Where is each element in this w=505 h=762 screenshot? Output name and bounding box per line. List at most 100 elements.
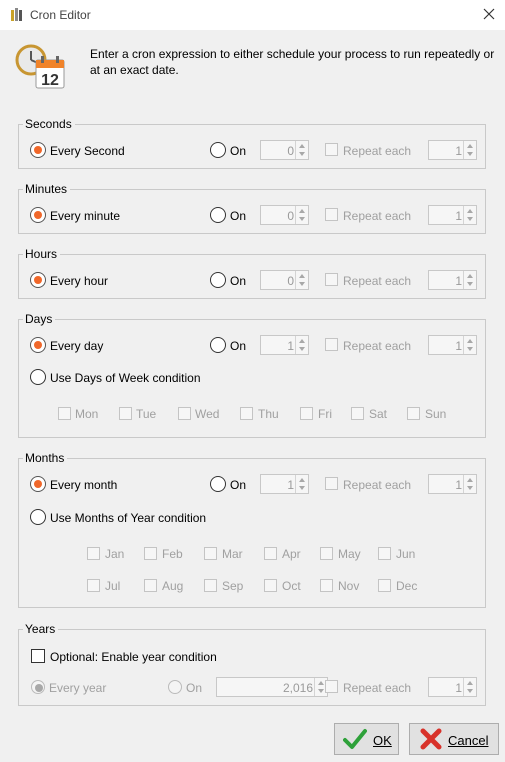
days-legend: Days bbox=[23, 312, 56, 326]
ok-button[interactable]: OK bbox=[334, 723, 399, 755]
spinner-arrows-icon[interactable] bbox=[295, 271, 308, 289]
month-label-dec: Dec bbox=[396, 579, 418, 593]
months-repeat-label: Repeat each bbox=[343, 478, 412, 492]
month-checkbox-feb[interactable] bbox=[144, 547, 157, 560]
spinner-arrows-icon[interactable] bbox=[463, 271, 476, 289]
spinner-arrows-icon[interactable] bbox=[463, 141, 476, 159]
month-checkbox-apr[interactable] bbox=[264, 547, 277, 560]
month-checkbox-aug[interactable] bbox=[144, 579, 157, 592]
weekday-checkbox-tue[interactable] bbox=[119, 407, 132, 420]
hours-on-radio[interactable] bbox=[210, 272, 226, 288]
years-on-spinner[interactable]: 2,016 bbox=[216, 677, 328, 697]
month-checkbox-dec[interactable] bbox=[378, 579, 391, 592]
app-icon bbox=[11, 8, 22, 21]
month-checkbox-jul[interactable] bbox=[87, 579, 100, 592]
months-on-radio[interactable] bbox=[210, 476, 226, 492]
month-checkbox-mar[interactable] bbox=[204, 547, 217, 560]
years-optional-checkbox[interactable] bbox=[31, 649, 45, 663]
days-every-radio[interactable] bbox=[30, 337, 46, 353]
years-on-value: 2,016 bbox=[282, 681, 313, 695]
spinner-arrows-icon[interactable] bbox=[295, 475, 308, 493]
spinner-arrows-icon[interactable] bbox=[295, 206, 308, 224]
seconds-repeat-spinner[interactable]: 1 bbox=[428, 140, 477, 160]
months-repeat-checkbox[interactable] bbox=[325, 477, 338, 490]
seconds-repeat-checkbox[interactable] bbox=[325, 143, 338, 156]
weekday-label-mon: Mon bbox=[75, 407, 99, 421]
weekday-checkbox-sat[interactable] bbox=[351, 407, 364, 420]
title-bar: Cron Editor bbox=[0, 0, 505, 30]
month-label-nov: Nov bbox=[338, 579, 360, 593]
days-repeat-checkbox[interactable] bbox=[325, 338, 338, 351]
months-on-value: 1 bbox=[287, 478, 294, 492]
close-icon[interactable] bbox=[476, 3, 502, 27]
days-every-label: Every day bbox=[50, 339, 104, 353]
days-group: Days Every day On 1 Repeat each 1 Use Da… bbox=[18, 312, 486, 438]
weekday-label-fri: Fri bbox=[318, 407, 332, 421]
hours-every-radio[interactable] bbox=[30, 272, 46, 288]
month-checkbox-oct[interactable] bbox=[264, 579, 277, 592]
weekday-checkbox-fri[interactable] bbox=[300, 407, 313, 420]
ok-label: OK bbox=[373, 733, 392, 748]
month-checkbox-jun[interactable] bbox=[378, 547, 391, 560]
month-checkbox-sep[interactable] bbox=[204, 579, 217, 592]
spinner-arrows-icon[interactable] bbox=[463, 206, 476, 224]
weekday-label-wed: Wed bbox=[195, 407, 220, 421]
weekday-checkbox-wed[interactable] bbox=[178, 407, 191, 420]
minutes-on-spinner[interactable]: 0 bbox=[260, 205, 309, 225]
years-every-radio[interactable] bbox=[31, 680, 45, 694]
spinner-arrows-icon[interactable] bbox=[463, 678, 476, 696]
hours-legend: Hours bbox=[23, 247, 61, 261]
weekday-checkbox-thu[interactable] bbox=[240, 407, 253, 420]
month-checkbox-jan[interactable] bbox=[87, 547, 100, 560]
month-checkbox-may[interactable] bbox=[320, 547, 333, 560]
seconds-every-radio[interactable] bbox=[30, 142, 46, 158]
seconds-on-radio[interactable] bbox=[210, 142, 226, 158]
minutes-legend: Minutes bbox=[23, 182, 71, 196]
seconds-legend: Seconds bbox=[23, 117, 75, 131]
minutes-repeat-label: Repeat each bbox=[343, 209, 412, 223]
cancel-x-icon bbox=[420, 728, 442, 750]
seconds-repeat-value: 1 bbox=[455, 144, 462, 158]
minutes-every-radio[interactable] bbox=[30, 207, 46, 223]
cancel-button[interactable]: Cancel bbox=[409, 723, 499, 755]
hours-repeat-spinner[interactable]: 1 bbox=[428, 270, 477, 290]
hours-repeat-value: 1 bbox=[455, 274, 462, 288]
seconds-on-value: 0 bbox=[287, 144, 294, 158]
month-label-feb: Feb bbox=[162, 547, 183, 561]
weekday-label-tue: Tue bbox=[136, 407, 157, 421]
header-description: Enter a cron expression to either schedu… bbox=[90, 47, 495, 77]
months-on-label: On bbox=[230, 478, 247, 492]
spinner-arrows-icon[interactable] bbox=[295, 336, 308, 354]
hours-on-spinner[interactable]: 0 bbox=[260, 270, 309, 290]
svg-text:12: 12 bbox=[41, 72, 59, 89]
days-repeat-spinner[interactable]: 1 bbox=[428, 335, 477, 355]
weekday-checkbox-sun[interactable] bbox=[407, 407, 420, 420]
minutes-on-radio[interactable] bbox=[210, 207, 226, 223]
months-year-cond-label: Use Months of Year condition bbox=[50, 511, 207, 525]
years-repeat-checkbox[interactable] bbox=[325, 680, 338, 693]
calendar-clock-icon: 12 bbox=[15, 44, 65, 89]
days-on-radio[interactable] bbox=[210, 337, 226, 353]
weekday-checkbox-mon[interactable] bbox=[58, 407, 71, 420]
days-on-label: On bbox=[230, 339, 247, 353]
months-repeat-value: 1 bbox=[455, 478, 462, 492]
years-repeat-spinner[interactable]: 1 bbox=[428, 677, 477, 697]
minutes-repeat-spinner[interactable]: 1 bbox=[428, 205, 477, 225]
days-on-spinner[interactable]: 1 bbox=[260, 335, 309, 355]
month-checkbox-nov[interactable] bbox=[320, 579, 333, 592]
months-repeat-spinner[interactable]: 1 bbox=[428, 474, 477, 494]
years-on-radio[interactable] bbox=[168, 680, 182, 694]
minutes-repeat-checkbox[interactable] bbox=[325, 208, 338, 221]
months-on-spinner[interactable]: 1 bbox=[260, 474, 309, 494]
checkmark-icon bbox=[343, 729, 367, 749]
spinner-arrows-icon[interactable] bbox=[463, 336, 476, 354]
months-year-cond-radio[interactable] bbox=[30, 509, 46, 525]
days-weekday-radio[interactable] bbox=[30, 369, 46, 385]
hours-repeat-checkbox[interactable] bbox=[325, 273, 338, 286]
spinner-arrows-icon[interactable] bbox=[463, 475, 476, 493]
hours-on-label: On bbox=[230, 274, 247, 288]
spinner-arrows-icon[interactable] bbox=[295, 141, 308, 159]
seconds-on-spinner[interactable]: 0 bbox=[260, 140, 309, 160]
months-every-radio[interactable] bbox=[30, 476, 46, 492]
minutes-repeat-value: 1 bbox=[455, 209, 462, 223]
